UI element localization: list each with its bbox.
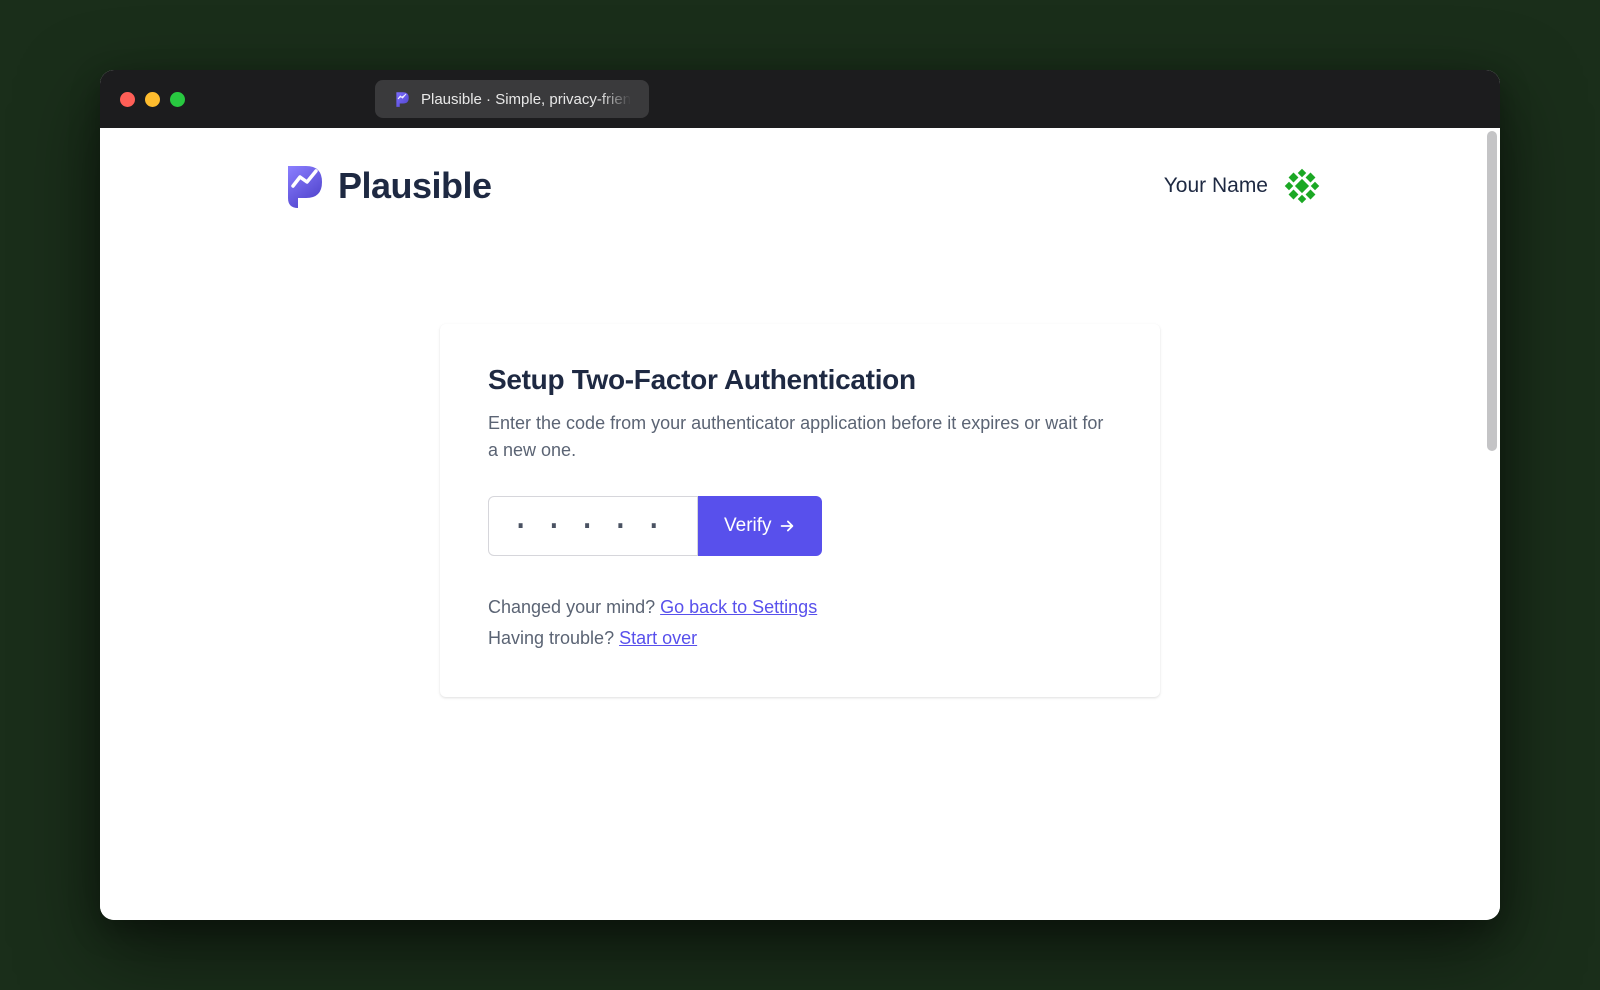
start-over-link[interactable]: Start over (619, 628, 697, 648)
arrow-right-icon (778, 517, 796, 535)
page-header: Plausible Your Name (100, 128, 1500, 244)
brand-name: Plausible (338, 165, 492, 207)
help-line-changed-mind: Changed your mind? Go back to Settings (488, 592, 1112, 623)
verify-button-label: Verify (724, 515, 772, 537)
changed-mind-prefix: Changed your mind? (488, 597, 660, 617)
having-trouble-prefix: Having trouble? (488, 628, 619, 648)
go-back-to-settings-link[interactable]: Go back to Settings (660, 597, 817, 617)
help-links: Changed your mind? Go back to Settings H… (488, 592, 1112, 653)
browser-window: Plausible · Simple, privacy-frien Plau (100, 70, 1500, 920)
user-name-label: Your Name (1164, 174, 1268, 198)
avatar-icon (1284, 168, 1320, 204)
user-menu[interactable]: Your Name (1164, 168, 1320, 204)
two-factor-setup-card: Setup Two-Factor Authentication Enter th… (440, 324, 1160, 697)
plausible-logo-icon (280, 162, 328, 210)
window-controls (120, 92, 185, 107)
verify-form: Verify (488, 496, 1112, 556)
card-subtitle: Enter the code from your authenticator a… (488, 410, 1112, 464)
scrollbar[interactable] (1487, 131, 1497, 451)
page-content: Plausible Your Name (100, 128, 1500, 920)
tab-title: Plausible · Simple, privacy-frien (421, 91, 631, 108)
brand-logo[interactable]: Plausible (280, 162, 492, 210)
window-maximize-button[interactable] (170, 92, 185, 107)
code-input[interactable] (488, 496, 698, 556)
browser-chrome: Plausible · Simple, privacy-frien (100, 70, 1500, 128)
window-minimize-button[interactable] (145, 92, 160, 107)
help-line-trouble: Having trouble? Start over (488, 623, 1112, 654)
window-close-button[interactable] (120, 92, 135, 107)
browser-tab[interactable]: Plausible · Simple, privacy-frien (375, 80, 649, 118)
verify-button[interactable]: Verify (698, 496, 822, 556)
plausible-favicon-icon (393, 90, 411, 108)
card-title: Setup Two-Factor Authentication (488, 364, 1112, 396)
